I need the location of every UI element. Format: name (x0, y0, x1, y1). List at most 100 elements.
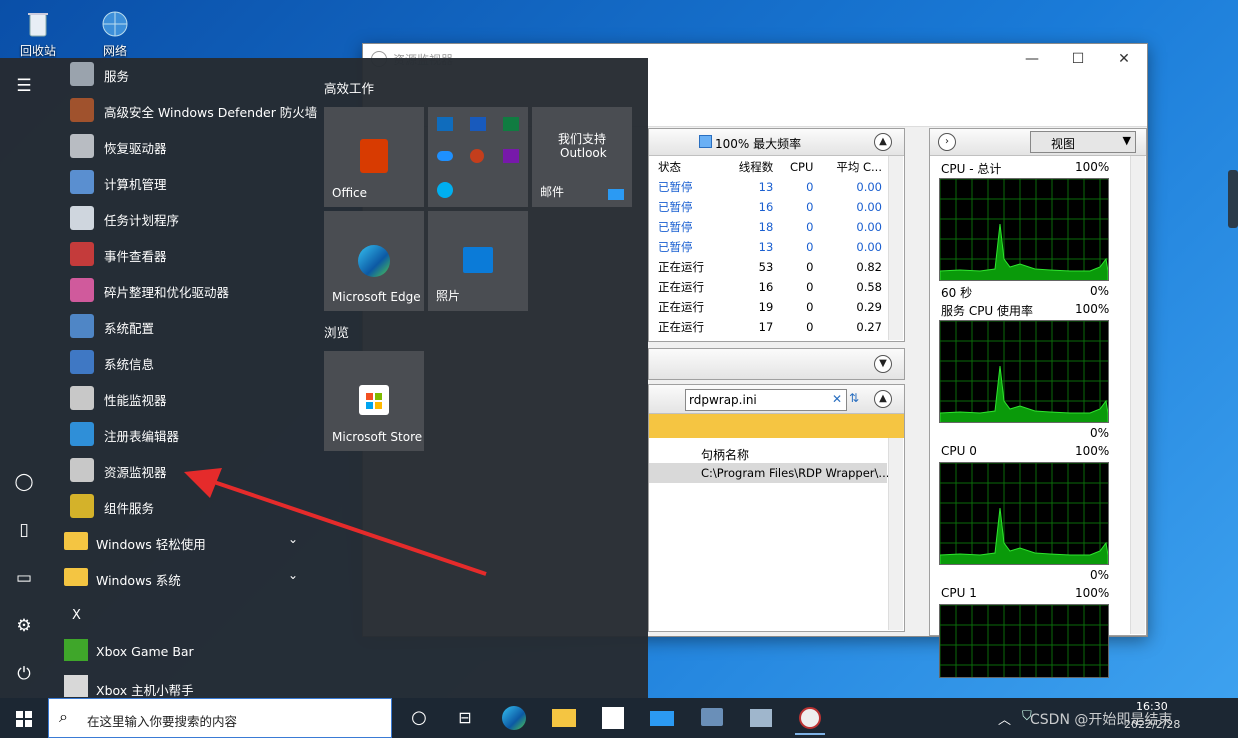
tile-edge[interactable]: Microsoft Edge (324, 211, 424, 311)
task-view-circle-icon[interactable]: ○ (404, 703, 434, 733)
word-icon (470, 117, 486, 131)
graph-title: CPU 1 (941, 586, 977, 600)
avg-cell: 0.58 (856, 280, 882, 294)
edge-taskbar-icon[interactable] (499, 703, 529, 733)
store-icon (359, 385, 389, 415)
tray-chevron-icon[interactable]: ︿ (998, 709, 1011, 728)
column-header[interactable]: 状态 (654, 157, 723, 177)
desktop-icon-recycle-bin[interactable]: 回收站 (8, 2, 68, 59)
hamburger-menu-icon[interactable]: ☰ (12, 74, 36, 98)
clock-icon (70, 206, 94, 230)
app-label: 碎片整理和优化驱动器 (104, 285, 230, 300)
list-item[interactable]: 任务计划程序 (64, 200, 326, 236)
services-panel[interactable]: ▼ (648, 348, 905, 380)
handle-search-input[interactable]: rdpwrap.ini ✕ (685, 389, 847, 411)
cpu-process-table: 状态 线程数 CPU 平均 C... 已暂停 13 0 0.00 已暂停 16 0 0.00… (654, 157, 886, 337)
clear-search-icon[interactable]: ✕ (832, 392, 842, 406)
task-view-icon[interactable]: ⊟ (450, 703, 480, 733)
network-taskbar-icon[interactable] (697, 703, 727, 733)
clock-date[interactable]: 2022/2/28 (1124, 718, 1180, 731)
list-item[interactable]: 系统配置 (64, 308, 326, 344)
table-header[interactable]: 状态 线程数 CPU 平均 C... (654, 157, 886, 177)
close-button[interactable]: ✕ (1101, 44, 1147, 74)
table-row[interactable]: C:\Program Files\RDP Wrapper\... (649, 463, 889, 483)
event-viewer-icon (70, 242, 94, 266)
column-header[interactable]: 平均 C... (817, 157, 886, 177)
vertical-scrollbar[interactable] (888, 438, 903, 630)
windows-start-icon[interactable] (10, 704, 38, 732)
list-item[interactable]: 碎片整理和优化驱动器 (64, 272, 326, 308)
clock-time[interactable]: 16:30 (1136, 700, 1168, 713)
tile-office[interactable]: Office (324, 107, 424, 207)
table-row[interactable]: 正在运行 17 0 0.27 (654, 317, 886, 337)
performance-taskbar-icon[interactable] (746, 703, 776, 733)
table-row[interactable]: 已暂停 13 0 0.00 (654, 237, 886, 257)
onedrive-icon (437, 151, 453, 161)
threads-cell: 19 (758, 300, 774, 314)
chevron-down-icon: ▼ (1122, 134, 1131, 147)
collapse-chevron-icon[interactable]: ▲ (874, 390, 892, 408)
table-row[interactable]: 已暂停 16 0 0.00 (654, 197, 886, 217)
refresh-search-icon[interactable]: ⇅ (849, 391, 859, 405)
table-row[interactable]: 已暂停 13 0 0.00 (654, 177, 886, 197)
user-account-icon[interactable]: ◯ (12, 470, 36, 494)
cpu-cell: 0 (806, 240, 814, 254)
tile-office-apps[interactable] (428, 107, 528, 207)
list-item[interactable]: 性能监视器 (64, 380, 326, 416)
desktop-icon-network[interactable]: 网络 (85, 2, 145, 59)
threads-cell: 18 (758, 220, 774, 234)
resource-monitor-taskbar-icon[interactable] (795, 703, 825, 735)
column-header[interactable]: 句柄名称 (701, 446, 749, 463)
firewall-icon (70, 98, 94, 122)
threads-cell: 53 (758, 260, 774, 274)
table-row[interactable]: 正在运行 16 0 0.58 (654, 277, 886, 297)
vertical-scrollbar[interactable] (1130, 156, 1145, 634)
list-item[interactable]: 恢复驱动器 (64, 128, 326, 164)
edge-scroll-widget[interactable] (1228, 170, 1238, 228)
vertical-scrollbar[interactable] (888, 156, 903, 340)
tile-mail[interactable]: 我们支持 Outlook 邮件 (532, 107, 632, 207)
column-header[interactable]: 线程数 (723, 157, 777, 177)
table-row[interactable]: 已暂停 18 0 0.00 (654, 217, 886, 237)
list-item[interactable]: 事件查看器 (64, 236, 326, 272)
view-dropdown[interactable]: 视图 ▼ (1030, 131, 1136, 153)
cpu-cell: 0 (806, 300, 814, 314)
frequency-indicator-icon (699, 135, 712, 148)
cpu-panel-header[interactable]: 100% 最大频率 ▲ (649, 129, 904, 156)
app-label: 性能监视器 (104, 393, 167, 408)
maximize-button[interactable]: ☐ (1055, 44, 1101, 74)
graph-title: 服务 CPU 使用率 (941, 304, 1034, 318)
list-item[interactable]: 系统信息 (64, 344, 326, 380)
file-explorer-icon[interactable] (549, 703, 579, 733)
photos-icon (463, 247, 493, 273)
column-header[interactable]: CPU (777, 157, 817, 177)
documents-icon[interactable]: ▯ (12, 518, 36, 542)
app-label: 系统信息 (104, 357, 155, 372)
list-item[interactable]: 计算机管理 (64, 164, 326, 200)
expand-right-icon[interactable]: › (938, 133, 956, 151)
store-taskbar-icon[interactable] (598, 703, 628, 733)
settings-gear-icon[interactable]: ⚙ (12, 614, 36, 638)
list-item[interactable]: 高级安全 Windows Defender 防火墙 (64, 92, 326, 128)
taskbar-search-input[interactable]: ⌕ 在这里输入你要搜索的内容 (48, 698, 392, 738)
list-item[interactable]: 服务 (64, 56, 326, 92)
minimize-button[interactable]: — (1009, 44, 1055, 74)
pictures-icon[interactable]: ▭ (12, 566, 36, 590)
expand-chevron-icon[interactable]: ▼ (874, 355, 892, 373)
table-row[interactable]: 正在运行 19 0 0.29 (654, 297, 886, 317)
table-row[interactable]: 正在运行 53 0 0.82 (654, 257, 886, 277)
cpu-usage-graph (939, 178, 1109, 281)
handle-search-value: rdpwrap.ini (689, 393, 757, 407)
status-cell: 已暂停 (658, 220, 693, 234)
list-item[interactable]: 注册表编辑器 (64, 416, 326, 452)
resource-monitor-icon (70, 458, 94, 482)
power-icon[interactable]: ⏻ (12, 662, 36, 686)
mail-taskbar-icon[interactable] (647, 703, 677, 733)
collapse-chevron-icon[interactable]: ▲ (874, 133, 892, 151)
letter-header[interactable]: X (72, 608, 81, 623)
tile-store[interactable]: Microsoft Store (324, 351, 424, 451)
handles-panel-header: rdpwrap.ini ✕ ⇅ ▲ (649, 385, 904, 414)
edge-icon (358, 245, 390, 277)
list-item[interactable]: Xbox Game Bar (64, 632, 326, 668)
tile-photos[interactable]: 照片 (428, 211, 528, 311)
